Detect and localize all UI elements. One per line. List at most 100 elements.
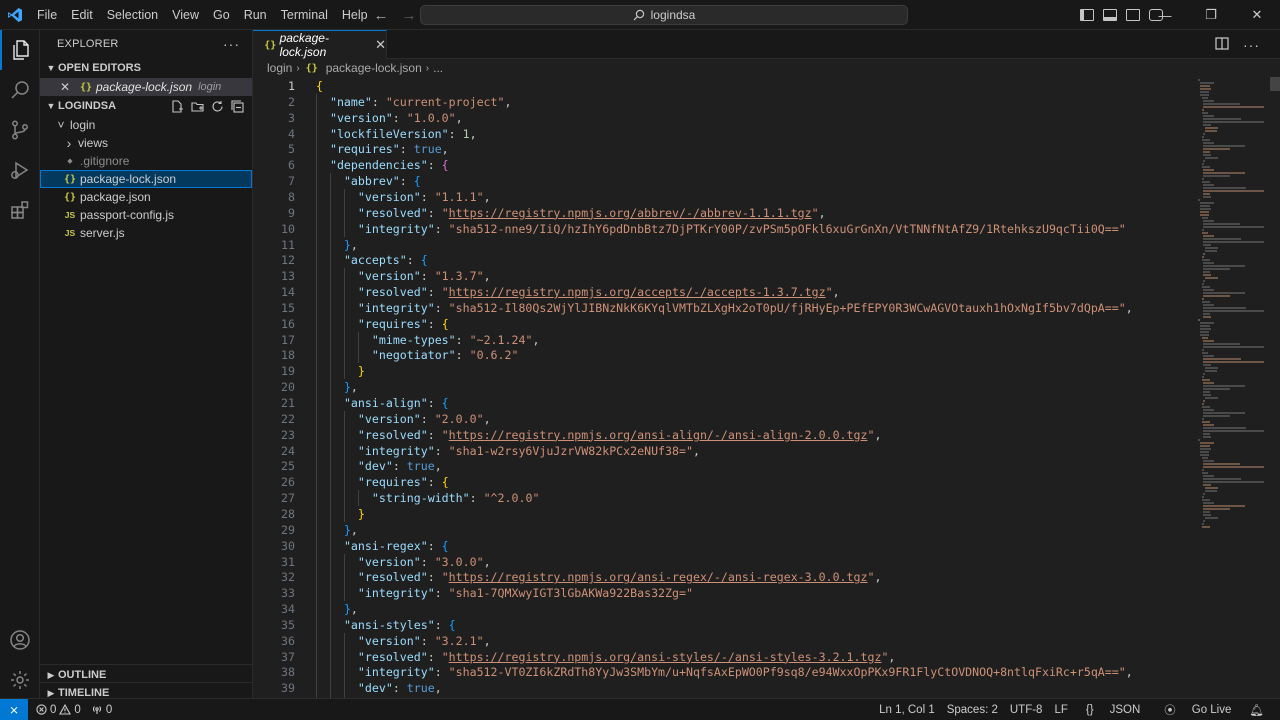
- toggle-secondary-sidebar-icon[interactable]: [1126, 9, 1140, 21]
- breadcrumb-file[interactable]: package-lock.json: [326, 61, 422, 75]
- toggle-panel-icon[interactable]: [1103, 9, 1117, 21]
- json-file-icon: {}: [63, 173, 77, 185]
- menu-item-view[interactable]: View: [165, 0, 206, 30]
- more-actions-icon[interactable]: ···: [1243, 37, 1260, 53]
- minimap-line: [1203, 175, 1230, 177]
- minimap-line: [1199, 334, 1210, 336]
- source-control-icon[interactable]: [0, 110, 40, 150]
- more-actions-icon[interactable]: ···: [223, 36, 240, 52]
- minimap-line: [1199, 214, 1210, 216]
- explorer-title: EXPLORER: [57, 38, 119, 50]
- line-number: 25: [281, 459, 295, 474]
- tree-item-views[interactable]: › views: [40, 134, 252, 152]
- collapse-all-icon[interactable]: [230, 99, 244, 113]
- tree-item-gitignore[interactable]: ◆ .gitignore: [40, 152, 252, 170]
- breadcrumb-folder[interactable]: login: [267, 61, 292, 75]
- open-editor-item[interactable]: ✕ {} package-lock.json login: [40, 78, 252, 96]
- close-tab-icon[interactable]: ✕: [375, 37, 386, 53]
- minimap-line: [1203, 433, 1210, 435]
- minimap[interactable]: [1195, 77, 1270, 698]
- new-file-icon[interactable]: [170, 99, 184, 113]
- problems-indicator[interactable]: 0 0: [36, 704, 81, 716]
- line-number: 32: [281, 570, 295, 585]
- workspace-section[interactable]: ▼ LOGINDSA: [40, 96, 252, 116]
- indentation[interactable]: Spaces: 2: [941, 704, 1004, 716]
- close-editor-icon[interactable]: ✕: [60, 80, 74, 94]
- tree-item-server-js[interactable]: JS server.js: [40, 224, 252, 242]
- line-number: 27: [281, 491, 295, 506]
- split-editor-icon[interactable]: [1215, 36, 1229, 53]
- end-of-line[interactable]: LF: [1048, 704, 1073, 716]
- restore-icon[interactable]: ❐: [1188, 0, 1234, 30]
- code-editor[interactable]: 1{2 "name": "current-project", 3 "version…: [253, 77, 1195, 698]
- accounts-icon[interactable]: [0, 620, 40, 660]
- minimap-line: [1201, 349, 1204, 351]
- minimap-line: [1203, 262, 1214, 264]
- line-number: 35: [281, 617, 295, 632]
- tree-item-package-json[interactable]: {} package.json: [40, 188, 252, 206]
- toggle-primary-sidebar-icon[interactable]: [1080, 9, 1094, 21]
- tab-package-lock-json[interactable]: {} package-lock.json ✕: [253, 30, 387, 59]
- explorer-icon[interactable]: [0, 30, 40, 70]
- minimap-line: [1203, 511, 1210, 513]
- tree-item-passport-config-js[interactable]: JS passport-config.js: [40, 206, 252, 224]
- minimap-line: [1205, 490, 1217, 492]
- minimap-line: [1203, 382, 1214, 384]
- scrollbar-thumb[interactable]: [1270, 77, 1280, 91]
- minimap-line: [1201, 406, 1210, 408]
- code-text: {: [316, 79, 323, 93]
- language-mode[interactable]: {} JSON: [1074, 704, 1152, 716]
- menu-item-terminal[interactable]: Terminal: [274, 0, 335, 30]
- minimap-line: [1203, 241, 1265, 243]
- remote-icon[interactable]: ⨯: [0, 698, 28, 720]
- chevron-right-icon: ▶: [47, 669, 55, 680]
- arrow-right-icon[interactable]: →: [400, 7, 418, 24]
- tree-item-login[interactable]: ˅ login: [40, 116, 252, 134]
- line-number: 38: [281, 665, 295, 680]
- extensions-icon[interactable]: [0, 190, 40, 230]
- minimap-line: [1199, 328, 1212, 330]
- minimize-icon[interactable]: —: [1142, 0, 1188, 30]
- minimap-line: [1203, 193, 1210, 195]
- menu-item-file[interactable]: File: [30, 0, 64, 30]
- code-text: "requires": {: [357, 475, 449, 490]
- go-live-button[interactable]: ⦿ Go Live: [1152, 702, 1243, 718]
- encoding[interactable]: UTF-8: [1004, 704, 1049, 716]
- minimap-line: [1201, 418, 1204, 420]
- menu-item-edit[interactable]: Edit: [64, 0, 100, 30]
- outline-section[interactable]: ▶ OUTLINE: [40, 664, 253, 682]
- ports-indicator[interactable]: 0: [91, 704, 112, 716]
- minimap-line: [1205, 277, 1219, 279]
- command-center-search[interactable]: logindsa: [420, 5, 908, 25]
- menu-item-selection[interactable]: Selection: [100, 0, 165, 30]
- notifications-bell-icon[interactable]: 🔔︎: [1243, 703, 1270, 717]
- open-editors-section[interactable]: ▼ OPEN EDITORS: [40, 58, 252, 78]
- editor-scrollbar[interactable]: [1270, 77, 1280, 698]
- minimap-line: [1203, 313, 1210, 315]
- menu-item-help[interactable]: Help: [335, 0, 375, 30]
- minimap-line: [1201, 217, 1208, 219]
- minimap-line: [1203, 253, 1206, 255]
- line-number: 24: [281, 443, 295, 458]
- refresh-icon[interactable]: [210, 99, 224, 113]
- search-icon[interactable]: [0, 70, 40, 110]
- minimap-line: [1199, 451, 1210, 453]
- code-text: "version": "1.3.7",: [357, 269, 491, 284]
- cursor-position[interactable]: Ln 1, Col 1: [873, 704, 941, 716]
- run-debug-icon[interactable]: [0, 150, 40, 190]
- manage-gear-icon[interactable]: [0, 660, 40, 700]
- tree-item-package-lock-json[interactable]: {} package-lock.json: [40, 170, 252, 188]
- minimap-line: [1201, 136, 1204, 138]
- line-number: 17: [281, 332, 295, 347]
- tree-item-label: package-lock.json: [80, 172, 177, 186]
- tree-item-label: views: [78, 136, 109, 150]
- minimap-line: [1203, 346, 1264, 348]
- breadcrumb-symbol[interactable]: ...: [433, 61, 443, 75]
- menu-item-go[interactable]: Go: [206, 0, 237, 30]
- arrow-left-icon[interactable]: ←: [372, 7, 390, 24]
- code-text: "ansi-styles": {: [343, 617, 456, 632]
- close-window-icon[interactable]: ✕: [1234, 0, 1280, 30]
- minimap-line: [1203, 280, 1206, 282]
- new-folder-icon[interactable]: [190, 99, 204, 113]
- menu-item-run[interactable]: Run: [237, 0, 274, 30]
